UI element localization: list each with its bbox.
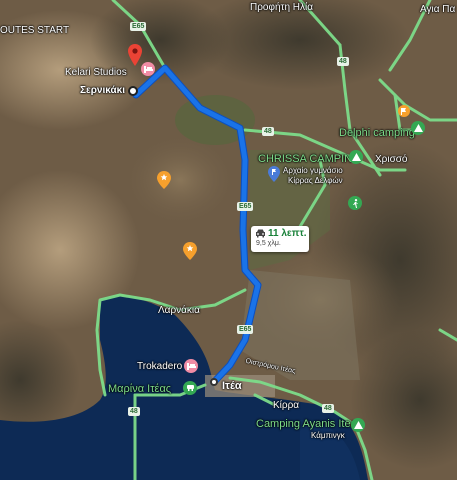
place-label-archaio-gymnasio[interactable]: Αρχαίο γυμνάσιο — [283, 166, 343, 175]
place-label-servikaki: Σερνικάκι — [80, 85, 126, 96]
start-circle-icon[interactable] — [128, 86, 138, 96]
place-label-trokadero[interactable]: Trokadero — [137, 361, 182, 372]
place-label-kamping: Κάμπινγκ — [311, 431, 345, 440]
place-label-kirra: Κίρρα — [273, 400, 300, 411]
place-label-profitis-ilias: Προφήτη Ηλία — [250, 2, 314, 13]
road-shield-e65-low: E65 — [237, 325, 254, 334]
hotel-icon[interactable] — [141, 62, 155, 76]
red-pin-icon[interactable] — [128, 44, 142, 66]
place-label-kirras-delfon[interactable]: Κίρρας Δελφών — [288, 176, 343, 185]
camping-icon[interactable] — [349, 150, 363, 164]
camping-icon[interactable] — [411, 121, 425, 135]
hotel-icon[interactable] — [184, 359, 198, 373]
route-info-callout[interactable]: 11 λεπτ. 9,5 χλμ. — [251, 226, 309, 252]
route-start-label: OUTES START — [0, 25, 70, 36]
place-label-agia-paraskevi: Αγια Πα — [420, 4, 456, 15]
route-distance: 9,5 χλμ. — [256, 240, 281, 247]
place-label-itea: Ιτέα — [222, 380, 242, 392]
place-label-marina-itea[interactable]: Μαρίνα Ιτέας — [108, 383, 171, 395]
boat-icon[interactable] — [183, 381, 197, 395]
car-icon — [256, 229, 265, 238]
camping-icon[interactable] — [351, 418, 365, 432]
place-label-camping-ayanis[interactable]: Camping Ayanis Itea — [256, 418, 357, 430]
road-shield-48-left: 48 — [128, 407, 140, 416]
place-label-chrissa-camping[interactable]: CHRISSA CAMPING — [258, 153, 361, 165]
route-duration: 11 λεπτ. — [268, 228, 307, 239]
place-label-larnakia: Λαρνάκια — [158, 305, 200, 316]
road-shield-48-top: 48 — [337, 57, 349, 66]
flag-icon[interactable] — [398, 105, 410, 117]
road-shield-48-bottom: 48 — [322, 404, 334, 413]
map-viewport[interactable]: Προφήτη Ηλία Αγια Πα OUTES START Kelari … — [0, 0, 457, 480]
star-pin-icon[interactable] — [183, 242, 197, 260]
place-label-kelari-studios[interactable]: Kelari Studios — [65, 67, 127, 78]
road-shield-e65-top: E65 — [130, 22, 147, 31]
place-label-delphi-camping[interactable]: Delphi camping — [339, 127, 415, 139]
road-shield-48-mid: 48 — [262, 127, 274, 136]
itea-dot-icon[interactable] — [210, 378, 218, 386]
star-pin-icon[interactable] — [157, 171, 171, 189]
place-label-chrisso: Χρισσό — [375, 154, 408, 165]
road-shield-e65-mid: E65 — [237, 202, 254, 211]
flag-icon[interactable] — [268, 166, 280, 182]
hiking-icon[interactable] — [348, 196, 362, 210]
